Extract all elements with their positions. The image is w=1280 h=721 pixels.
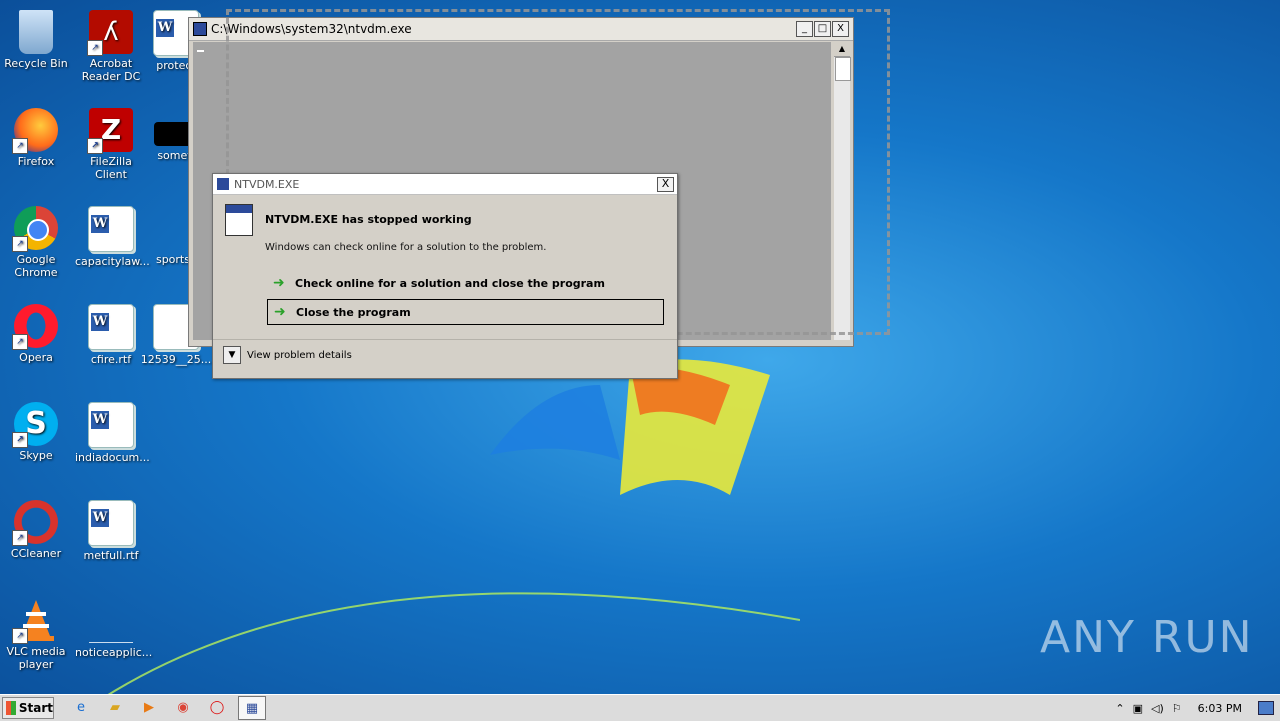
ntvdm-error-dialog[interactable]: NTVDM.EXE X NTVDM.EXE has stopped workin… (212, 173, 678, 379)
word-document-icon: W (88, 402, 134, 448)
console-cursor (197, 50, 204, 52)
green-arrow-icon: ➜ (273, 275, 285, 291)
word-document-icon: W (88, 206, 134, 252)
dialog-heading: NTVDM.EXE has stopped working (265, 213, 472, 226)
network-icon[interactable]: ▣ (1133, 702, 1143, 715)
desktop-icon-ccleaner[interactable]: ↗ CCleaner (0, 494, 72, 560)
system-tray: ⌃ ▣ ◁) ⚐ 6:03 PM (1115, 695, 1274, 721)
shortcut-arrow-icon: ↗ (87, 40, 103, 56)
shortcut-arrow-icon: ↗ (12, 138, 28, 154)
dialog-title: NTVDM.EXE (234, 177, 300, 191)
desktop-icon-label: 12539__25... (140, 353, 212, 366)
shortcut-arrow-icon: ↗ (12, 432, 28, 448)
word-document-icon: W (88, 500, 134, 546)
close-program-label: Close the program (296, 305, 411, 319)
desktop-icon-vlc[interactable]: ↗ VLC media player (0, 592, 72, 671)
desktop-icon-recycle-bin[interactable]: Recycle Bin (0, 4, 72, 70)
desktop-icon-cfire[interactable]: W cfire.rtf (75, 298, 147, 366)
desktop-icon-google-chrome[interactable]: ↗ Google Chrome (0, 200, 72, 279)
ms-dos-program-icon (225, 204, 253, 236)
chrome-icon: ↗ (12, 206, 58, 252)
blank-file-icon (89, 598, 133, 643)
close-program-option[interactable]: ➜ Close the program (267, 299, 664, 325)
chrome-taskbar-icon[interactable]: ◉ (170, 696, 196, 718)
check-online-label: Check online for a solution and close th… (295, 276, 605, 290)
taskbar: Start e ▰ ▶ ◉ ◯ ▦ ⌃ ▣ ◁) ⚐ 6:03 PM (0, 694, 1280, 721)
wallpaper-swoosh (100, 592, 800, 700)
dialog-titlebar[interactable]: NTVDM.EXE (213, 174, 677, 195)
vlc-cone-icon: ↗ (12, 598, 58, 644)
dialog-app-icon (217, 178, 229, 190)
start-button[interactable]: Start (2, 697, 54, 719)
desktop-icon-skype[interactable]: S ↗ Skype (0, 396, 72, 462)
dialog-divider (213, 339, 677, 340)
volume-icon[interactable]: ◁) (1151, 702, 1164, 715)
taskbar-pinned-apps: e ▰ ▶ ◉ ◯ ▦ (68, 696, 266, 720)
desktop-icon-firefox[interactable]: ↗ Firefox (0, 102, 72, 168)
desktop-icon-acrobat-reader[interactable]: ʎ ↗ Acrobat Reader DC (75, 4, 147, 83)
view-details-label: View problem details (247, 349, 352, 361)
desktop-icon-label: Opera (19, 351, 53, 364)
filezilla-icon: Z ↗ (87, 108, 133, 154)
desktop-icon-indiadocum[interactable]: W indiadocum... (75, 396, 150, 464)
desktop-icon-label: cfire.rtf (90, 353, 132, 366)
shortcut-arrow-icon: ↗ (87, 138, 103, 154)
tray-expand-icon[interactable]: ⌃ (1115, 702, 1124, 715)
anyrun-watermark: ANY RUN (1040, 612, 1254, 663)
console-app-icon (193, 22, 207, 36)
desktop-icon-label: FileZilla Client (90, 155, 132, 181)
desktop-icon-label: VLC media player (6, 645, 66, 671)
ccleaner-icon: ↗ (12, 500, 58, 546)
desktop-icon-label: Firefox (17, 155, 55, 168)
opera-icon: ↗ (12, 304, 58, 350)
dialog-close-button[interactable]: X (657, 177, 674, 192)
file-explorer-icon[interactable]: ▰ (102, 696, 128, 718)
dialog-description: Windows can check online for a solution … (265, 242, 547, 253)
shortcut-arrow-icon: ↗ (12, 236, 28, 252)
shortcut-arrow-icon: ↗ (12, 628, 28, 644)
desktop-icon-filezilla[interactable]: Z ↗ FileZilla Client (75, 102, 147, 181)
clock[interactable]: 6:03 PM (1198, 702, 1242, 715)
desktop-icon-label: Acrobat Reader DC (81, 57, 141, 83)
view-details-toggle[interactable]: ▼ View problem details (223, 346, 352, 364)
desktop-icon-metfull[interactable]: W metfull.rtf (75, 494, 147, 562)
ntvdm-taskbar-icon[interactable]: ▦ (238, 696, 266, 720)
desktop-icon-label: CCleaner (10, 547, 62, 560)
opera-taskbar-icon[interactable]: ◯ (204, 696, 230, 718)
desktop-icon-label: Skype (19, 449, 53, 462)
desktop-icon-opera[interactable]: ↗ Opera (0, 298, 72, 364)
desktop-icon-noticeapplic[interactable]: noticeapplic... (75, 592, 153, 659)
desktop-icon-capacitylaw[interactable]: W capacitylaw... (75, 200, 150, 268)
word-document-icon: W (88, 304, 134, 350)
acrobat-icon: ʎ ↗ (87, 10, 133, 56)
check-online-option[interactable]: ➜ Check online for a solution and close … (267, 270, 664, 296)
desktop-icon-label: capacitylaw... (75, 255, 150, 268)
desktop-icon-label: Recycle Bin (4, 57, 68, 70)
desktop-icon-label: metfull.rtf (83, 549, 139, 562)
desktop-icon-label: noticeapplic... (75, 646, 153, 659)
chevron-down-icon[interactable]: ▼ (223, 346, 241, 364)
internet-explorer-icon[interactable]: e (68, 696, 94, 718)
windows-flag-icon (6, 701, 16, 715)
media-player-icon[interactable]: ▶ (136, 696, 162, 718)
desktop-icon-label: indiadocum... (75, 451, 150, 464)
desktop-icon-label: Google Chrome (14, 253, 58, 279)
start-label: Start (18, 701, 53, 715)
green-arrow-icon: ➜ (274, 304, 286, 320)
shortcut-arrow-icon: ↗ (12, 334, 28, 350)
show-desktop-icon[interactable] (1258, 701, 1274, 715)
action-center-flag-icon[interactable]: ⚐ (1172, 702, 1182, 715)
skype-icon: S ↗ (12, 402, 58, 448)
recycle-bin-icon (19, 10, 53, 54)
firefox-icon: ↗ (12, 108, 58, 154)
shortcut-arrow-icon: ↗ (12, 530, 28, 546)
